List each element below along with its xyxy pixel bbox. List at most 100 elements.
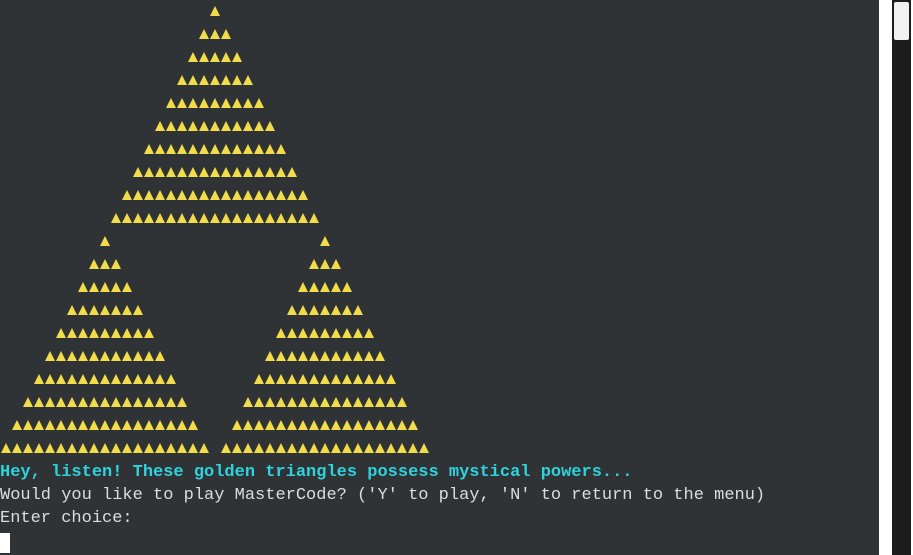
triangle-glyph xyxy=(199,121,209,131)
triangle-glyph xyxy=(265,144,275,154)
triangle-glyph xyxy=(122,282,132,292)
triangle-glyph xyxy=(89,282,99,292)
triangle-glyph xyxy=(144,397,154,407)
triangle-glyph xyxy=(408,443,418,453)
triangle-glyph xyxy=(45,351,55,361)
triangle-glyph xyxy=(100,305,110,315)
triangle-glyph xyxy=(56,374,66,384)
triangle-glyph xyxy=(232,167,242,177)
triangle-glyph xyxy=(144,144,154,154)
triangle-glyph xyxy=(364,351,374,361)
triangle-glyph xyxy=(67,443,77,453)
triangle-glyph xyxy=(34,420,44,430)
triangle-glyph xyxy=(320,351,330,361)
triangle-glyph xyxy=(243,167,253,177)
triangle-glyph xyxy=(78,328,88,338)
triangle-glyph xyxy=(210,167,220,177)
triangle-glyph xyxy=(34,443,44,453)
triangle-glyph xyxy=(199,29,209,39)
triangle-glyph xyxy=(265,351,275,361)
triangle-glyph xyxy=(298,420,308,430)
triangle-glyph xyxy=(100,397,110,407)
triangle-glyph xyxy=(122,328,132,338)
terminal-window[interactable]: Hey, listen! These golden triangles poss… xyxy=(0,0,879,555)
scrollbar[interactable] xyxy=(879,0,913,555)
triangle-glyph xyxy=(287,167,297,177)
triangle-glyph xyxy=(309,213,319,223)
triangle-glyph xyxy=(133,213,143,223)
triangle-glyph xyxy=(34,374,44,384)
triangle-glyph xyxy=(166,167,176,177)
triangle-glyph xyxy=(67,420,77,430)
triangle-glyph xyxy=(309,420,319,430)
triangle-glyph xyxy=(210,121,220,131)
triangle-glyph xyxy=(221,213,231,223)
triangle-glyph xyxy=(155,190,165,200)
triangle-glyph xyxy=(254,98,264,108)
triangle-glyph xyxy=(89,374,99,384)
triangle-glyph xyxy=(177,190,187,200)
triangle-glyph xyxy=(133,374,143,384)
triangle-glyph xyxy=(144,190,154,200)
triangle-glyph xyxy=(89,397,99,407)
triangle-glyph xyxy=(111,305,121,315)
triangle-glyph xyxy=(111,328,121,338)
triangle-glyph xyxy=(298,351,308,361)
triangle-glyph xyxy=(254,374,264,384)
triangle-glyph xyxy=(177,397,187,407)
triangle-glyph xyxy=(298,190,308,200)
triangle-glyph xyxy=(166,144,176,154)
triangle-glyph xyxy=(287,305,297,315)
scrollbar-thumb[interactable] xyxy=(894,2,909,40)
triangle-glyph xyxy=(243,144,253,154)
text-cursor[interactable] xyxy=(0,533,10,553)
triangle-glyph xyxy=(375,374,385,384)
triangle-glyph xyxy=(155,397,165,407)
triangle-glyph xyxy=(331,443,341,453)
triangle-glyph xyxy=(342,443,352,453)
triangle-glyph xyxy=(331,374,341,384)
triangle-glyph xyxy=(265,167,275,177)
triangle-glyph xyxy=(166,397,176,407)
triangle-glyph xyxy=(265,397,275,407)
triangle-glyph xyxy=(254,420,264,430)
triangle-glyph xyxy=(144,167,154,177)
triangle-glyph xyxy=(56,351,66,361)
triangle-glyph xyxy=(353,420,363,430)
triangle-glyph xyxy=(287,443,297,453)
triangle-glyph xyxy=(67,328,77,338)
triangle-glyph xyxy=(342,305,352,315)
triangle-glyph xyxy=(144,374,154,384)
triangle-glyph xyxy=(177,98,187,108)
triangle-glyph xyxy=(188,190,198,200)
triangle-glyph xyxy=(45,397,55,407)
triangle-glyph xyxy=(199,75,209,85)
triangle-glyph xyxy=(243,443,253,453)
triangle-glyph xyxy=(353,305,363,315)
triangle-glyph xyxy=(210,52,220,62)
triangle-glyph xyxy=(133,190,143,200)
triangle-glyph xyxy=(287,420,297,430)
triangle-glyph xyxy=(188,75,198,85)
triangle-glyph xyxy=(78,351,88,361)
triangle-glyph xyxy=(133,305,143,315)
triangle-glyph xyxy=(210,213,220,223)
triangle-glyph xyxy=(309,305,319,315)
triangle-glyph xyxy=(309,397,319,407)
scrollbar-track[interactable] xyxy=(892,0,911,555)
triangle-glyph xyxy=(265,213,275,223)
triangle-glyph xyxy=(144,443,154,453)
triangle-glyph xyxy=(78,420,88,430)
triangle-glyph xyxy=(34,397,44,407)
triangle-glyph xyxy=(111,397,121,407)
triangle-glyph xyxy=(166,121,176,131)
triangle-glyph xyxy=(386,420,396,430)
triangle-glyph xyxy=(408,420,418,430)
triangle-glyph xyxy=(188,443,198,453)
triangle-glyph xyxy=(188,144,198,154)
triangle-glyph xyxy=(177,213,187,223)
triangle-glyph xyxy=(386,374,396,384)
triangle-glyph xyxy=(89,351,99,361)
triangle-glyph xyxy=(221,98,231,108)
triangle-glyph xyxy=(23,420,33,430)
